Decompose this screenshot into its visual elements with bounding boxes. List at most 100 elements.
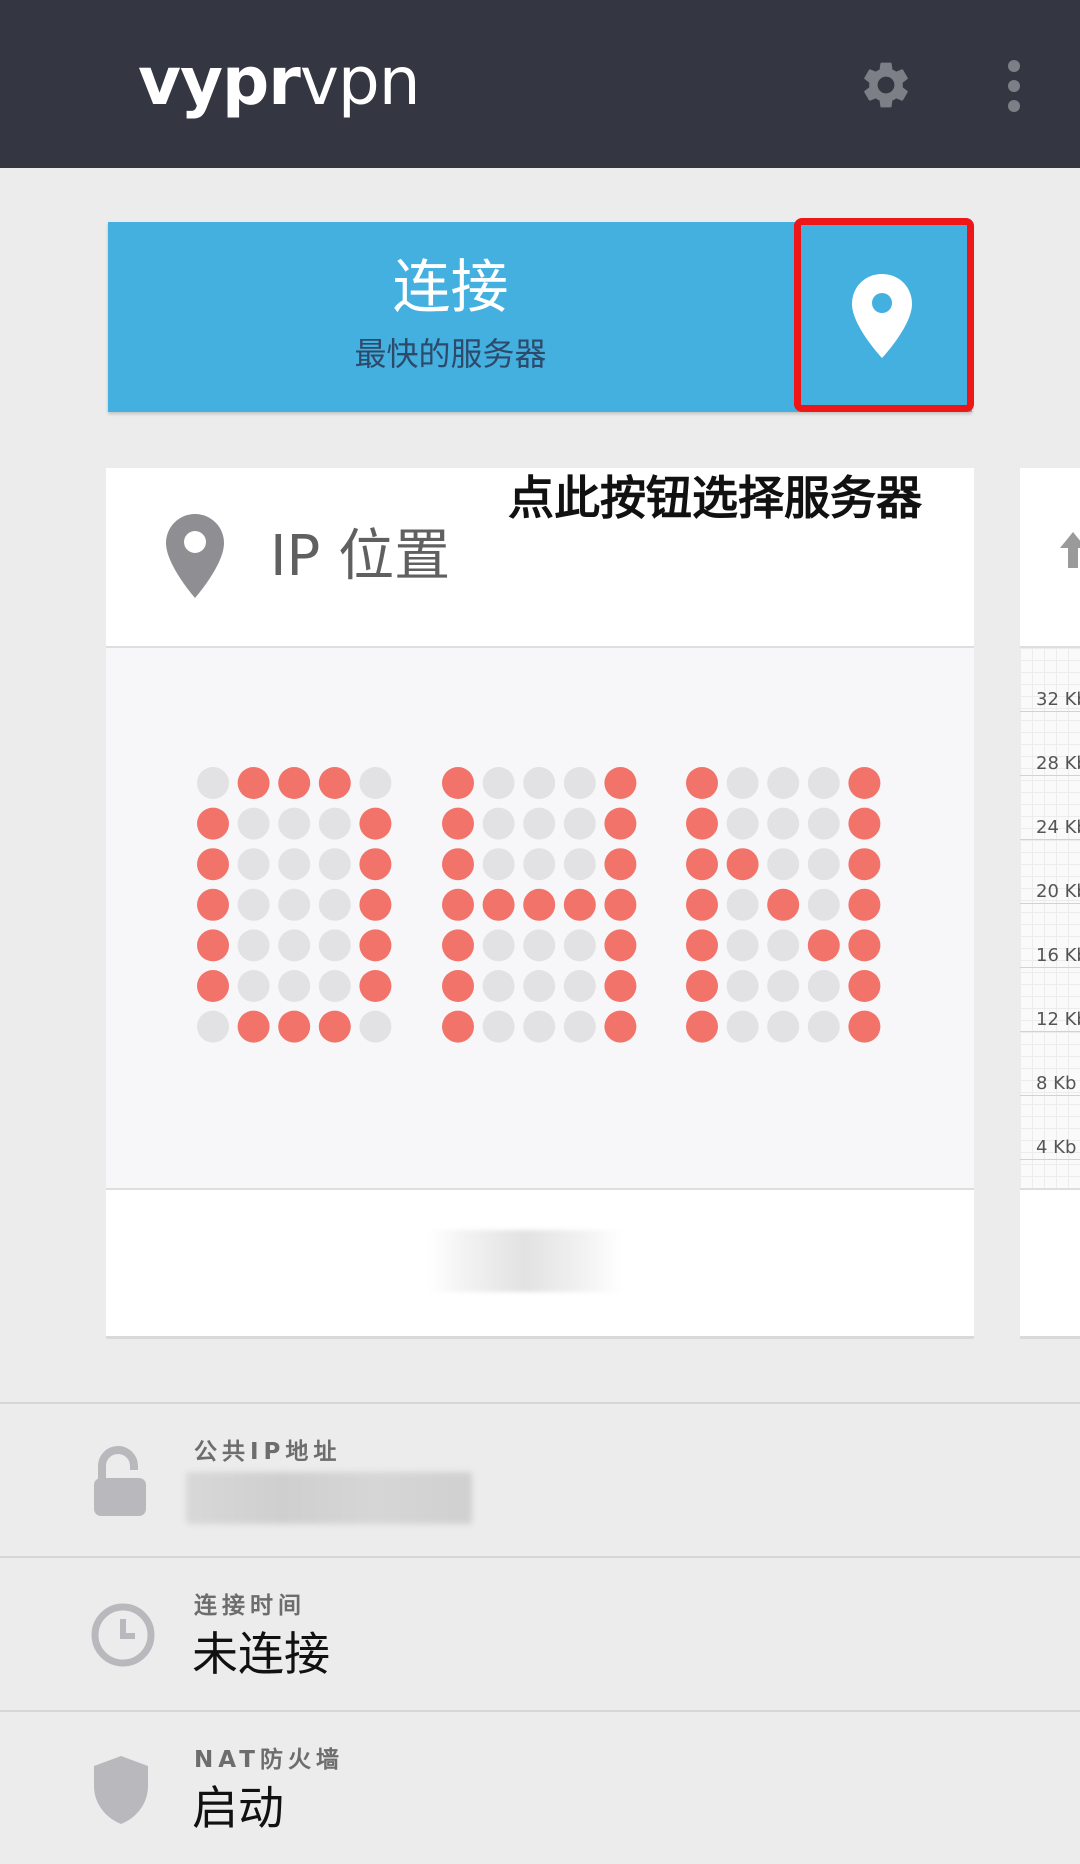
dot-on (563, 888, 596, 921)
dot-off (767, 929, 800, 962)
dot-on (726, 848, 759, 881)
dot-on (197, 848, 229, 881)
dot-off (726, 888, 759, 921)
dot-off (359, 1010, 392, 1043)
blurred-location-label (428, 1230, 622, 1292)
dot-off (767, 970, 800, 1002)
dot-on (442, 1010, 474, 1043)
dot-on (604, 888, 637, 921)
dot-on (523, 888, 556, 921)
dot-off (563, 970, 596, 1002)
app-toolbar: vyprvpn (0, 0, 1080, 168)
dot-on (848, 929, 881, 962)
chart-tick-label: 4 Kb (1036, 1137, 1077, 1158)
gear-icon[interactable] (858, 57, 914, 113)
dot-off (237, 888, 270, 921)
dot-off (563, 1010, 596, 1043)
dot-on (767, 888, 800, 921)
dot-off (482, 1010, 515, 1043)
dot-off (523, 929, 556, 962)
dot-off (237, 929, 270, 962)
public-ip-label: 公共IP地址 (194, 1439, 342, 1465)
dot-off (767, 767, 800, 799)
dot-off (523, 848, 556, 881)
dot-on (359, 929, 392, 962)
nat-firewall-row: NAT防火墙 启动 (0, 1710, 1080, 1864)
ip-location-card: IP 位置 (106, 468, 974, 1336)
dot-off (318, 929, 351, 962)
bandwidth-card-peek[interactable]: 32 Kb 28 Kb 24 Kb 20 Kb 16 Kb 12 Kb 8 Kb 4 Kb (1020, 468, 1080, 1336)
dot-off (197, 767, 229, 799)
dot-on (442, 888, 474, 921)
dot-on (359, 807, 392, 840)
dot-on (278, 767, 311, 799)
connection-time-value: 未连接 (192, 1627, 330, 1681)
dot-on (807, 929, 840, 962)
dot-off (237, 970, 270, 1002)
dot-on (482, 888, 515, 921)
dot-off (563, 767, 596, 799)
dot-on (686, 807, 718, 840)
dot-off (807, 767, 840, 799)
dot-off (726, 767, 759, 799)
chart-gridline (1020, 1095, 1080, 1096)
chart-gridline (1020, 1159, 1080, 1160)
dot-on (237, 767, 270, 799)
dot-off (318, 848, 351, 881)
dot-on (686, 970, 718, 1002)
dot-off (482, 848, 515, 881)
dot-off (318, 807, 351, 840)
dot-off (278, 888, 311, 921)
vyprvpn-logo: vyprvpn (138, 43, 421, 120)
dot-on (318, 1010, 351, 1043)
dot-on (848, 848, 881, 881)
dot-on (359, 848, 392, 881)
dot-on (686, 888, 718, 921)
connect-button[interactable]: 连接 最快的服务器 (108, 222, 793, 412)
dot-on (604, 929, 637, 962)
card-footer (106, 1190, 974, 1336)
dot-off (278, 848, 311, 881)
dot-off (318, 888, 351, 921)
dot-on (359, 970, 392, 1002)
lock-open-icon (94, 1446, 146, 1516)
annotation-highlight-box (794, 218, 974, 412)
dot-off (523, 807, 556, 840)
nat-firewall-label: NAT防火墙 (194, 1747, 344, 1773)
shield-icon (94, 1756, 148, 1824)
public-ip-row: 公共IP地址 (0, 1402, 1080, 1556)
dot-off (726, 807, 759, 840)
dot-on (442, 767, 474, 799)
dot-on (197, 807, 229, 840)
dot-off (767, 848, 800, 881)
dot-off (807, 888, 840, 921)
dot-off (767, 1010, 800, 1043)
dot-on (604, 848, 637, 881)
arrow-up-icon (1060, 532, 1080, 568)
chart-gridline (1020, 903, 1080, 904)
chart-gridline (1020, 967, 1080, 968)
more-vert-icon[interactable] (1000, 58, 1028, 114)
dot-on (686, 929, 718, 962)
chart-tick-label: 28 Kb (1036, 753, 1080, 774)
dot-off (807, 807, 840, 840)
dot-on (197, 888, 229, 921)
dot-off (278, 929, 311, 962)
dot-on (848, 807, 881, 840)
chart-tick-label: 8 Kb (1036, 1073, 1077, 1094)
public-ip-value-blurred (186, 1472, 472, 1524)
dot-on (442, 929, 474, 962)
dot-on (197, 929, 229, 962)
dot-on (442, 807, 474, 840)
chart-tick-label: 32 Kb (1036, 689, 1080, 710)
dot-off (482, 929, 515, 962)
chart-gridline (1020, 711, 1080, 712)
dot-off (237, 807, 270, 840)
chart-tick-label: 12 Kb (1036, 1009, 1080, 1030)
dot-off (807, 970, 840, 1002)
card-title: IP 位置 (270, 524, 451, 589)
dot-off (563, 848, 596, 881)
dot-on (604, 767, 637, 799)
dot-on (848, 767, 881, 799)
dot-matrix-off (197, 767, 881, 1043)
